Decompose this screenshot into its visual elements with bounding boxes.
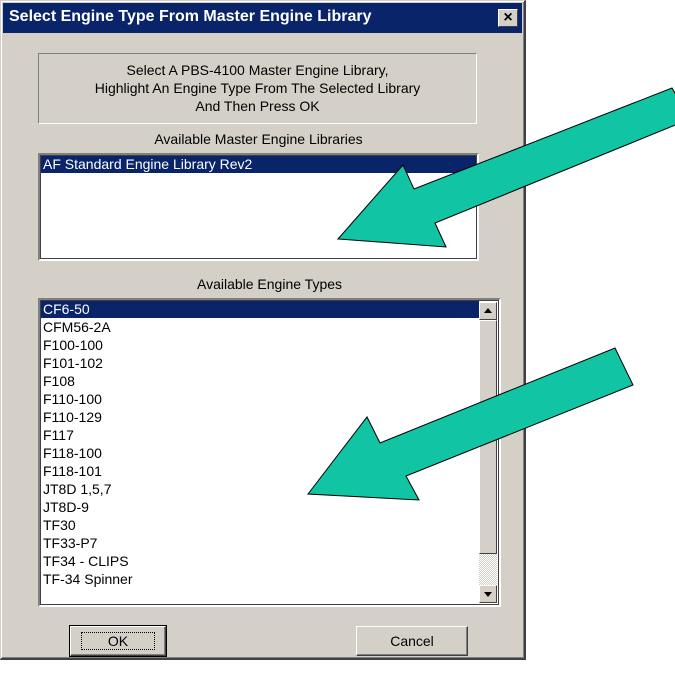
- cancel-button[interactable]: Cancel: [356, 626, 468, 656]
- engine-list-item[interactable]: F118-101: [40, 462, 479, 480]
- engine-list-item[interactable]: TF33-P7: [40, 534, 479, 552]
- instruction-box: Select A PBS-4100 Master Engine Library,…: [38, 53, 477, 124]
- engine-list-item[interactable]: F110-100: [40, 390, 479, 408]
- instruction-line: Select A PBS-4100 Master Engine Library,: [126, 62, 389, 78]
- engine-list-item[interactable]: F117: [40, 426, 479, 444]
- library-list-item[interactable]: AF Standard Engine Library Rev2: [40, 155, 477, 173]
- title-bar[interactable]: Select Engine Type From Master Engine Li…: [3, 3, 522, 33]
- libraries-label: Available Master Engine Libraries: [154, 131, 363, 147]
- engine-types-label: Available Engine Types: [196, 276, 343, 292]
- select-engine-dialog: Select Engine Type From Master Engine Li…: [0, 0, 526, 660]
- instruction-line: And Then Press OK: [195, 98, 320, 114]
- engine-list-item[interactable]: F108: [40, 372, 479, 390]
- engine-list-item[interactable]: TF30: [40, 516, 479, 534]
- engine-list-item[interactable]: F110-129: [40, 408, 479, 426]
- vertical-scrollbar[interactable]: [479, 302, 497, 603]
- engine-list-item[interactable]: F100-100: [40, 336, 479, 354]
- close-button[interactable]: ×: [498, 9, 518, 27]
- engine-list-item[interactable]: CFM56-2A: [40, 318, 479, 336]
- scroll-thumb[interactable]: [479, 320, 497, 554]
- library-listbox[interactable]: AF Standard Engine Library Rev2: [38, 153, 479, 261]
- engine-list-item[interactable]: F101-102: [40, 354, 479, 372]
- ok-button[interactable]: OK: [69, 625, 167, 657]
- ok-button-label: OK: [80, 632, 156, 650]
- close-icon: ×: [503, 9, 513, 26]
- scroll-down-arrow-icon[interactable]: [479, 585, 497, 603]
- engine-list-item[interactable]: CF6-50: [40, 300, 479, 318]
- instruction-line: Highlight An Engine Type From The Select…: [94, 80, 421, 96]
- dialog-title: Select Engine Type From Master Engine Li…: [9, 8, 372, 25]
- engine-list-item[interactable]: F118-100: [40, 444, 479, 462]
- engine-list-item[interactable]: JT8D-9: [40, 498, 479, 516]
- engine-list-item[interactable]: TF-34 Spinner: [40, 570, 479, 588]
- engine-type-listbox[interactable]: CF6-50 CFM56-2A F100-100 F101-102 F108 F110-1…: [38, 298, 501, 607]
- scroll-track[interactable]: [479, 554, 497, 585]
- engine-list-item[interactable]: TF34 - CLIPS: [40, 552, 479, 570]
- scroll-up-arrow-icon[interactable]: [479, 302, 497, 320]
- engine-list-item[interactable]: JT8D 1,5,7: [40, 480, 479, 498]
